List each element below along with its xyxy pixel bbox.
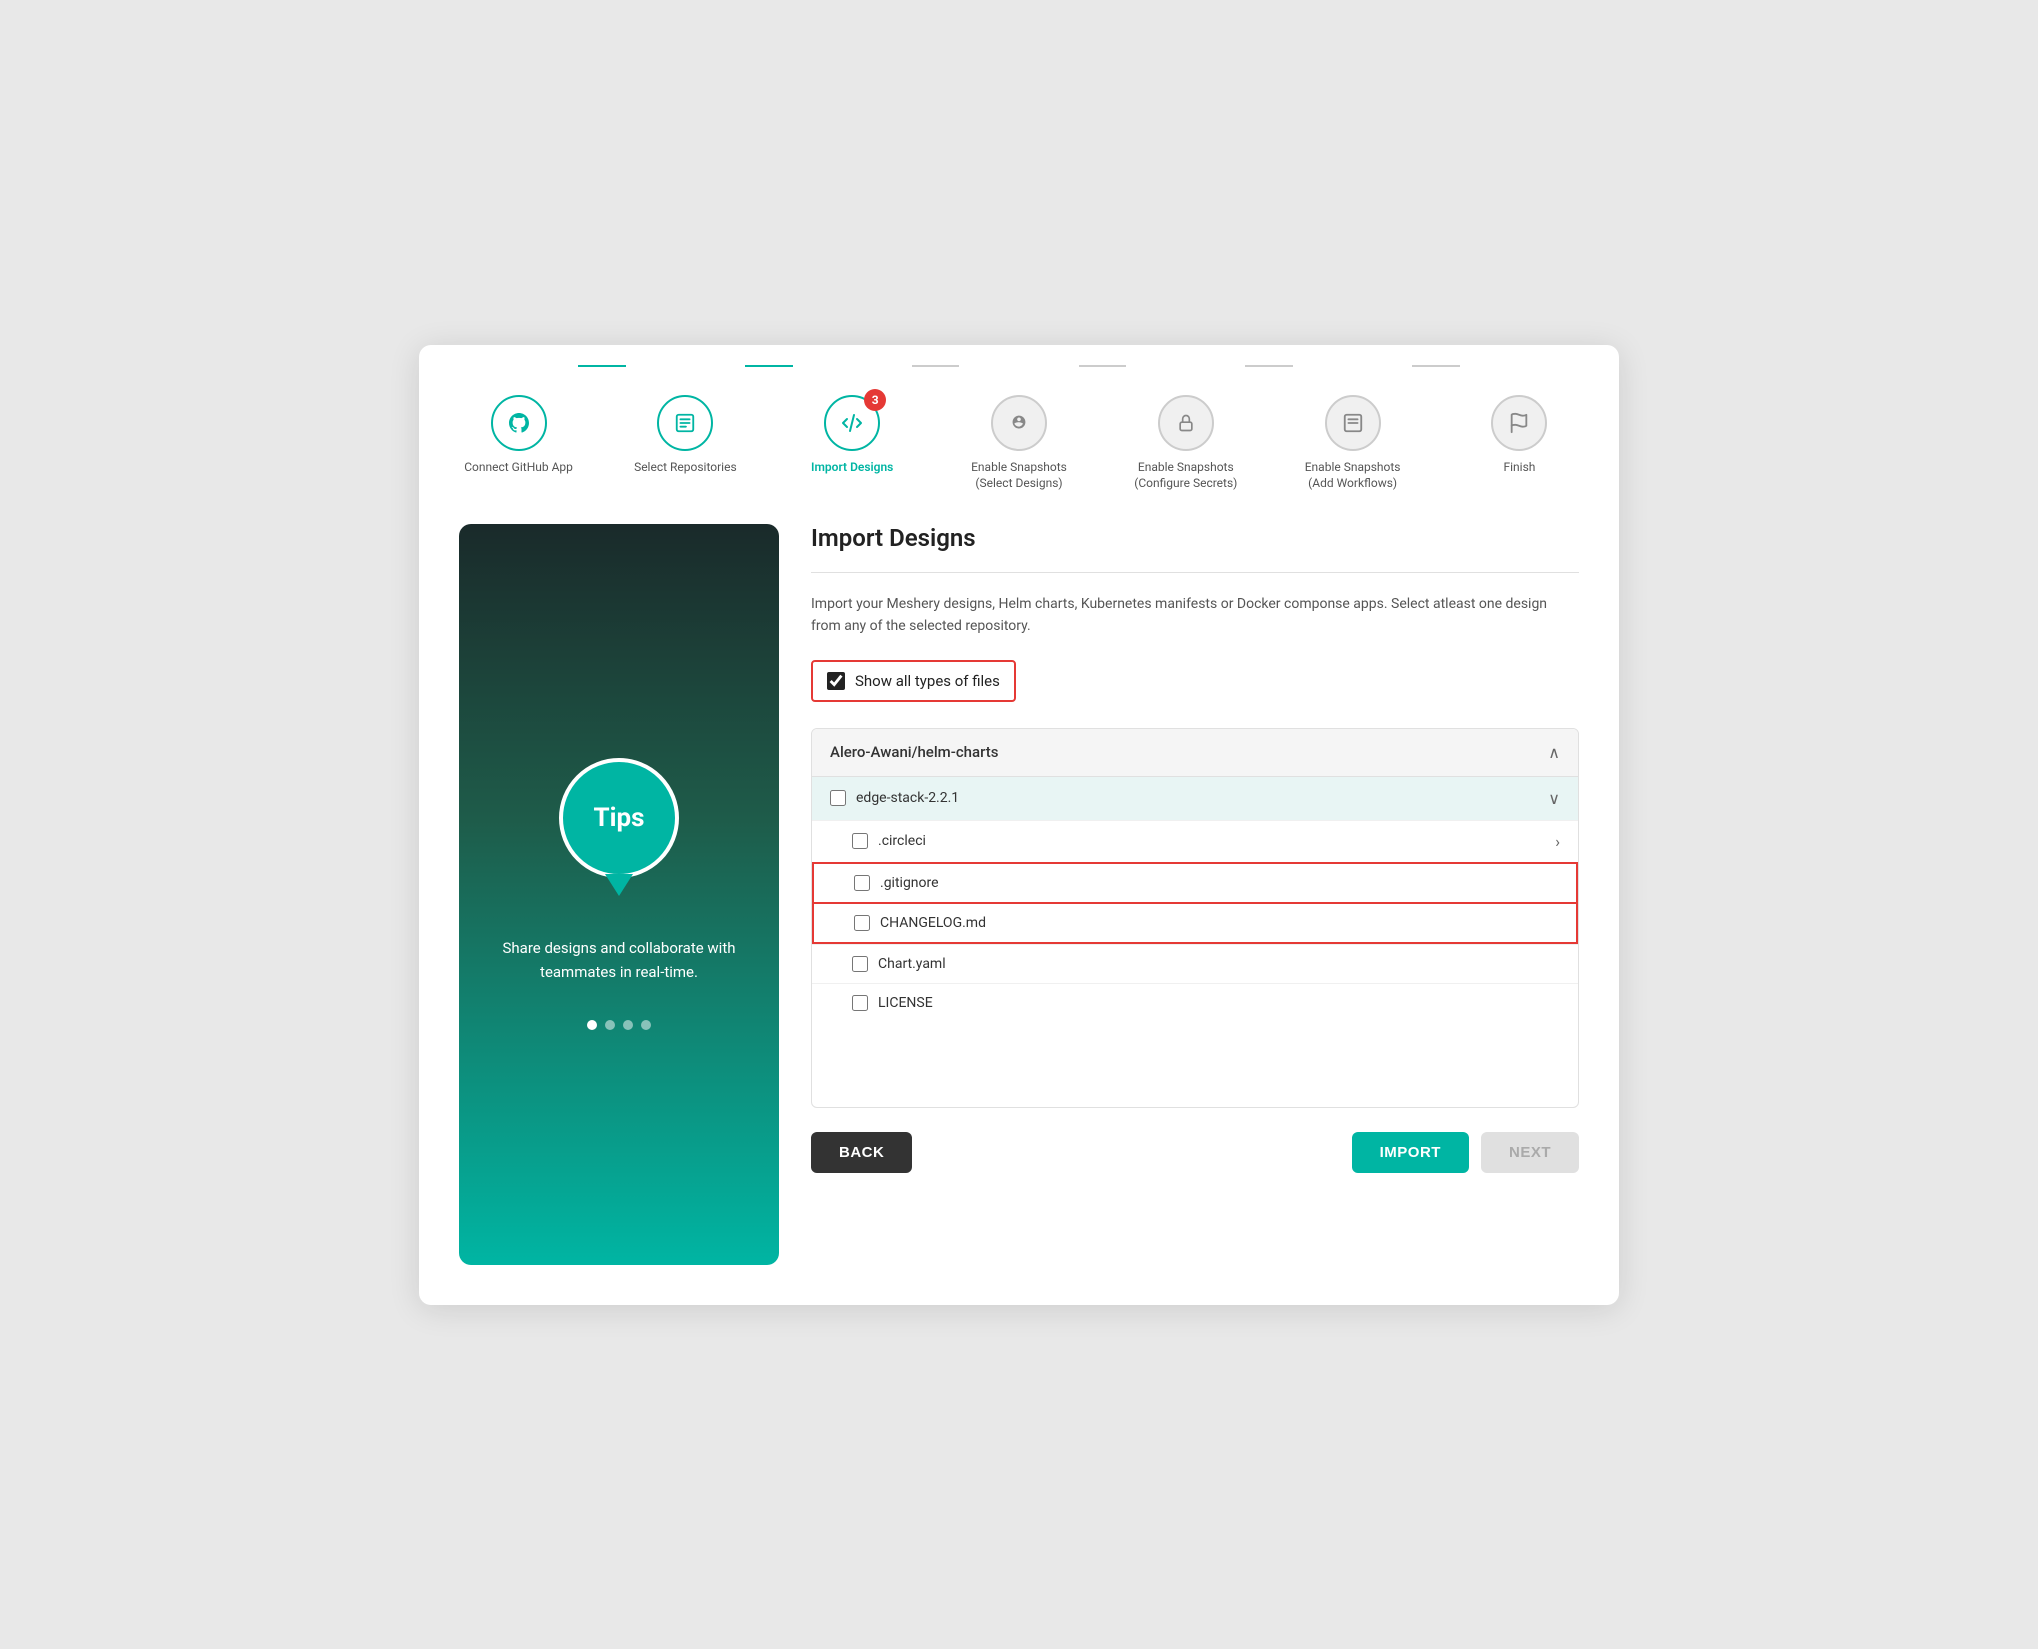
step-1-icon-wrap — [491, 395, 547, 451]
step-7-icon-wrap — [1491, 395, 1547, 451]
connector-1 — [578, 365, 626, 367]
connector-4 — [1079, 365, 1127, 367]
right-panel: Import Designs Import your Meshery desig… — [811, 524, 1579, 1264]
right-buttons: IMPORT NEXT — [1352, 1132, 1579, 1173]
step-2-icon-wrap — [657, 395, 713, 451]
page-description: Import your Meshery designs, Helm charts… — [811, 593, 1579, 638]
step-3-icon-wrap: 3 — [824, 395, 880, 451]
step-4-circle — [991, 395, 1047, 451]
step-4-label: Enable Snapshots (Select Designs) — [959, 459, 1078, 493]
step-snapshots-workflows: Enable Snapshots (Add Workflows) — [1293, 395, 1412, 493]
folder-edge-stack-name: edge-stack-2.2.1 — [856, 790, 959, 806]
dot-3 — [623, 1020, 633, 1030]
step-7-circle — [1491, 395, 1547, 451]
changelog-name: CHANGELOG.md — [880, 915, 986, 931]
file-row-chart-yaml[interactable]: Chart.yaml — [812, 944, 1578, 983]
file-row-license[interactable]: LICENSE — [812, 983, 1578, 1022]
step-1-circle — [491, 395, 547, 451]
folder-edge-stack[interactable]: edge-stack-2.2.1 ∨ — [812, 776, 1578, 820]
step-5-label: Enable Snapshots (Configure Secrets) — [1126, 459, 1245, 493]
gitignore-name: .gitignore — [880, 875, 939, 891]
content-area: Tips Share designs and collaborate with … — [459, 524, 1579, 1264]
folder-edge-stack-checkbox[interactable] — [830, 790, 846, 806]
file-row-circleci[interactable]: .circleci › — [812, 820, 1578, 862]
circleci-checkbox[interactable] — [852, 833, 868, 849]
chart-yaml-checkbox[interactable] — [852, 956, 868, 972]
tips-bubble: Tips — [559, 758, 679, 878]
file-row-chart-yaml-inner: Chart.yaml — [852, 956, 1560, 972]
file-tree: Alero-Awani/helm-charts ∧ edge-stack-2.2… — [811, 728, 1579, 1108]
next-button: NEXT — [1481, 1132, 1579, 1173]
step-snapshots-secrets: Enable Snapshots (Configure Secrets) — [1126, 395, 1245, 493]
step-5-icon-wrap — [1158, 395, 1214, 451]
button-row: BACK IMPORT NEXT — [811, 1132, 1579, 1173]
folder-edge-stack-chevron-icon: ∨ — [1548, 789, 1560, 808]
connector-3 — [912, 365, 960, 367]
file-row-gitignore-inner: .gitignore — [854, 875, 1558, 891]
left-panel-description: Share designs and collaborate with teamm… — [487, 936, 751, 984]
connector-6 — [1412, 365, 1460, 367]
folder-edge-stack-left: edge-stack-2.2.1 — [830, 790, 959, 806]
show-all-files-checkbox[interactable] — [827, 672, 845, 690]
step-6-icon-wrap — [1325, 395, 1381, 451]
step-import-designs: 3 Import Designs — [793, 395, 912, 476]
step-5-circle — [1158, 395, 1214, 451]
step-3-label: Import Designs — [811, 459, 893, 476]
step-4-icon-wrap — [991, 395, 1047, 451]
step-6-label: Enable Snapshots (Add Workflows) — [1293, 459, 1412, 493]
modal-container: Connect GitHub App Select Repositories 3… — [419, 345, 1619, 1305]
step-6-circle — [1325, 395, 1381, 451]
file-row-license-inner: LICENSE — [852, 995, 1560, 1011]
step-finish: Finish — [1460, 395, 1579, 476]
step-1-label: Connect GitHub App — [464, 459, 573, 476]
gitignore-checkbox[interactable] — [854, 875, 870, 891]
page-title: Import Designs — [811, 524, 1579, 552]
step-select-repos: Select Repositories — [626, 395, 745, 476]
circleci-chevron-right-icon: › — [1555, 832, 1560, 851]
file-row-gitignore[interactable]: .gitignore — [812, 862, 1578, 904]
license-name: LICENSE — [878, 995, 933, 1011]
changelog-checkbox[interactable] — [854, 915, 870, 931]
back-button[interactable]: BACK — [811, 1132, 912, 1173]
connector-2 — [745, 365, 793, 367]
stepper: Connect GitHub App Select Repositories 3… — [459, 385, 1579, 493]
dot-2 — [605, 1020, 615, 1030]
show-all-files-label: Show all types of files — [855, 672, 1000, 690]
step-snapshots-select: Enable Snapshots (Select Designs) — [959, 395, 1078, 493]
license-checkbox[interactable] — [852, 995, 868, 1011]
chart-yaml-name: Chart.yaml — [878, 956, 946, 972]
step-3-badge: 3 — [864, 389, 886, 411]
step-2-circle — [657, 395, 713, 451]
dots-indicator — [587, 1020, 651, 1030]
repo-header[interactable]: Alero-Awani/helm-charts ∧ — [812, 729, 1578, 776]
dot-4 — [641, 1020, 651, 1030]
step-7-label: Finish — [1503, 459, 1535, 476]
import-button[interactable]: IMPORT — [1352, 1132, 1469, 1173]
repo-name: Alero-Awani/helm-charts — [830, 743, 998, 761]
title-divider — [811, 572, 1579, 573]
step-2-label: Select Repositories — [634, 459, 737, 476]
circleci-name: .circleci — [878, 833, 926, 849]
dot-1 — [587, 1020, 597, 1030]
tips-label: Tips — [594, 803, 645, 833]
file-row-changelog-inner: CHANGELOG.md — [854, 915, 1558, 931]
file-row-changelog[interactable]: CHANGELOG.md — [812, 904, 1578, 944]
show-all-files-checkbox-row[interactable]: Show all types of files — [811, 660, 1016, 702]
connector-5 — [1245, 365, 1293, 367]
file-row-circleci-inner: .circleci › — [852, 832, 1560, 851]
left-panel: Tips Share designs and collaborate with … — [459, 524, 779, 1264]
step-connect-github: Connect GitHub App — [459, 395, 578, 476]
repo-chevron-up-icon: ∧ — [1548, 743, 1560, 762]
